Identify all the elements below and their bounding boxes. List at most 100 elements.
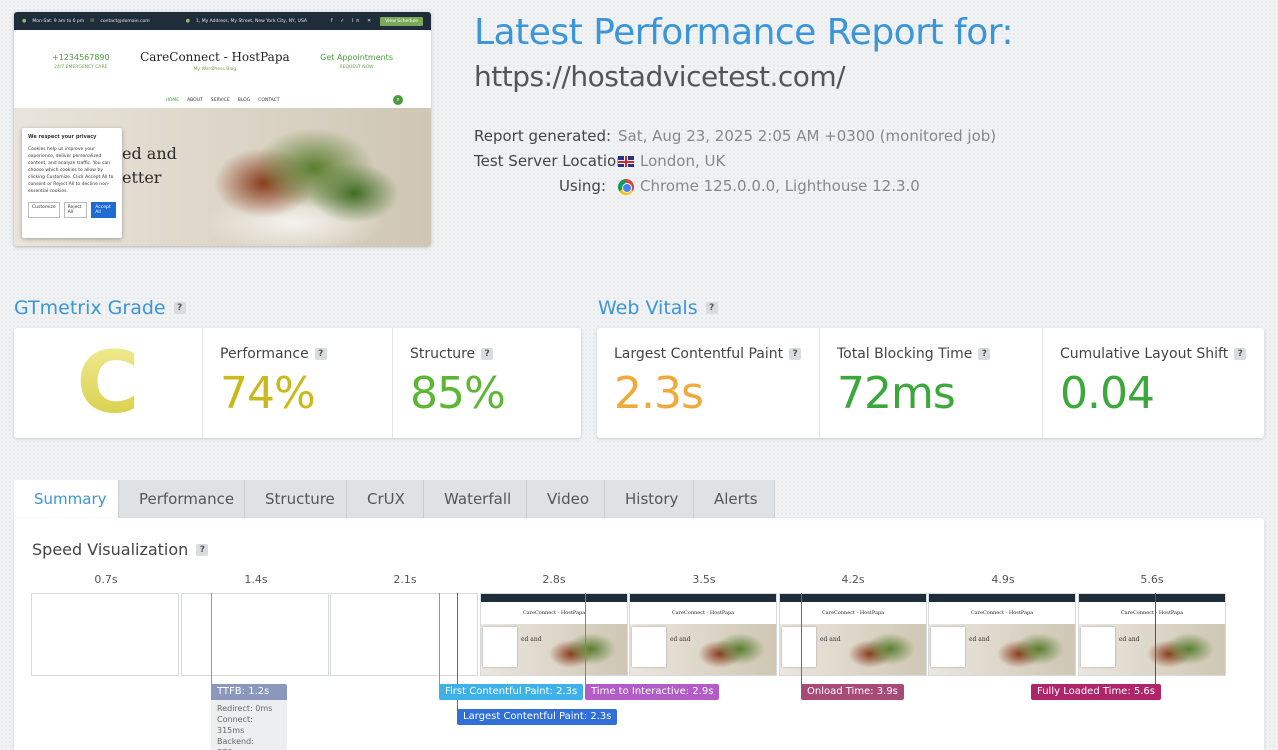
performance-value: 74%	[220, 368, 316, 419]
screenshot-appointments: Get Appointments REQUEST NOW	[320, 52, 393, 70]
tab-performance[interactable]: Performance	[119, 480, 245, 518]
ttfb-tag[interactable]: TTFB: 1.2s	[211, 684, 287, 700]
onload-marker-line	[801, 593, 802, 685]
timeline-time: 4.9s	[991, 573, 1015, 586]
tbt-value: 72ms	[837, 368, 956, 419]
help-icon[interactable]: ?	[481, 348, 494, 360]
help-icon[interactable]: ?	[314, 348, 327, 360]
screenshot-header: +1234567890 24/7 EMERGENCY CARE CareConn…	[14, 30, 431, 92]
search-icon: ⌕	[393, 95, 403, 105]
nav-home: HOME	[165, 97, 180, 103]
filmstrip-frame-blank[interactable]	[181, 593, 329, 676]
topbar-hours: Mon-Sat: 9 am to 6 pm	[32, 18, 85, 24]
structure-cell: Structure ? 85%	[393, 328, 581, 438]
tab-alerts[interactable]: Alerts	[694, 480, 775, 518]
screenshot-topbar: ● Mon-Sat: 9 am to 6 pm ✉ contact@domain…	[14, 12, 431, 30]
tab-crux[interactable]: CrUX	[347, 480, 424, 518]
meta-label: Test Server Location:	[474, 152, 631, 170]
onload-tag[interactable]: Onload Time: 3.9s	[801, 684, 904, 700]
timeline-time: 3.5s	[692, 573, 716, 586]
fcp-marker-line	[439, 593, 440, 685]
meta-value: London, UK	[640, 152, 726, 170]
meta-row-location: Test Server Location: London, UK	[474, 149, 996, 174]
grade-card: C Performance ? 74% Structure ? 85%	[14, 328, 581, 438]
ttfb-connect: Connect: 315ms	[217, 715, 253, 735]
cookie-banner: We respect your privacy Cookies help us …	[22, 128, 122, 238]
web-vitals-card: Largest Contentful Paint ? 2.3s Total Bl…	[597, 328, 1264, 438]
tbt-cell: Total Blocking Time ? 72ms	[820, 328, 1043, 438]
screenshot-nav: HOME ABOUT SERVICE BLOG CONTACT ⌕	[14, 92, 431, 108]
filmstrip-frame[interactable]: CareConnect - HostPapa ed and	[928, 593, 1076, 676]
uk-flag-icon	[618, 156, 634, 167]
tab-structure[interactable]: Structure	[245, 480, 347, 518]
cookie-body: Cookies help us improve your experience,…	[28, 147, 114, 194]
nav-about: ABOUT	[187, 97, 203, 103]
website-screenshot: ● Mon-Sat: 9 am to 6 pm ✉ contact@domain…	[14, 12, 431, 246]
fully-loaded-marker-line	[1155, 593, 1156, 685]
report-url[interactable]: https://hostadvicetest.com/	[474, 60, 846, 93]
filmstrip-frame-blank[interactable]	[31, 593, 179, 676]
cookie-accept-button: Accept All	[91, 202, 116, 218]
grade-letter: C	[14, 328, 202, 438]
gtmetrix-grade-heading: GTmetrix Grade ?	[14, 297, 186, 319]
social-icons: f ✓ in ✕	[330, 18, 375, 24]
filmstrip-frame-blank[interactable]	[330, 593, 478, 676]
help-icon[interactable]: ?	[1234, 348, 1247, 360]
fcp-tag[interactable]: First Contentful Paint: 2.3s	[439, 684, 584, 700]
cls-label: Cumulative Layout Shift	[1060, 346, 1229, 362]
ttfb-breakdown: Redirect: 0ms Connect: 315ms Backend: 87…	[211, 700, 287, 750]
clock-icon: ●	[22, 18, 27, 24]
tab-history[interactable]: History	[605, 480, 694, 518]
meta-value: Sat, Aug 23, 2025 2:05 AM +0300 (monitor…	[618, 127, 997, 145]
filmstrip-frame[interactable]: CareConnect - HostPapa ed and	[629, 593, 777, 676]
performance-label: Performance	[220, 346, 309, 362]
speed-visualization-heading: Speed Visualization ?	[32, 540, 209, 559]
topbar-email: contact@domain.com	[100, 18, 150, 24]
report-title: Latest Performance Report for:	[474, 12, 1014, 53]
cls-cell: Cumulative Layout Shift ? 0.04	[1043, 328, 1264, 438]
meta-label: Using:	[558, 177, 606, 195]
timeline-time: 2.1s	[393, 573, 417, 586]
screenshot-brand: CareConnect - HostPapa My WordPress Blog	[140, 50, 290, 72]
view-schedule-button: View Schedule	[380, 16, 423, 26]
help-icon[interactable]: ?	[196, 543, 209, 556]
web-vitals-heading: Web Vitals ?	[598, 297, 718, 319]
help-icon[interactable]: ?	[789, 348, 802, 360]
chrome-icon	[618, 178, 634, 195]
cls-value: 0.04	[1060, 368, 1155, 419]
help-icon[interactable]: ?	[705, 302, 718, 314]
timeline-time: 1.4s	[244, 573, 268, 586]
hero-text: ed and etter	[122, 144, 177, 187]
topbar-address: 1, My Address, My Street, New York City,…	[195, 18, 307, 24]
cookie-customize-button: Customize	[28, 202, 60, 218]
structure-label: Structure	[410, 346, 476, 362]
mail-icon: ✉	[90, 18, 95, 24]
help-icon[interactable]: ?	[173, 302, 186, 314]
tab-video[interactable]: Video	[527, 480, 605, 518]
structure-value: 85%	[410, 368, 506, 419]
meta-row-using: Using: Chrome 125.0.0.0, Lighthouse 12.3…	[474, 174, 996, 199]
help-icon[interactable]: ?	[978, 348, 991, 360]
ttfb-backend: Backend: 876ms	[217, 737, 254, 750]
location-icon: ●	[185, 18, 190, 24]
timeline-time: 5.6s	[1140, 573, 1164, 586]
grade-cell: C	[14, 328, 203, 438]
ttfb-marker-line	[211, 593, 212, 685]
lcp-tag[interactable]: Largest Contentful Paint: 2.3s	[457, 709, 618, 725]
tti-tag[interactable]: Time to Interactive: 2.9s	[585, 684, 720, 700]
tti-marker-line	[585, 593, 586, 685]
meta-label: Report generated:	[474, 127, 612, 145]
tab-summary[interactable]: Summary	[14, 480, 119, 518]
lcp-label: Largest Contentful Paint	[614, 346, 784, 362]
screenshot-phone: +1234567890 24/7 EMERGENCY CARE	[52, 52, 110, 70]
filmstrip-frame[interactable]: CareConnect - HostPapa ed and	[480, 593, 628, 676]
nav-blog: BLOG	[237, 97, 251, 103]
meta-value: Chrome 125.0.0.0, Lighthouse 12.3.0	[640, 177, 920, 195]
performance-cell: Performance ? 74%	[203, 328, 393, 438]
fully-loaded-tag[interactable]: Fully Loaded Time: 5.6s	[1031, 684, 1161, 700]
nav-contact: CONTACT	[258, 97, 280, 103]
filmstrip-frame[interactable]: CareConnect - HostPapa ed and	[1078, 593, 1226, 676]
cookie-reject-button: Reject All	[63, 202, 88, 218]
tab-waterfall[interactable]: Waterfall	[424, 480, 527, 518]
timeline-time: 0.7s	[94, 573, 118, 586]
